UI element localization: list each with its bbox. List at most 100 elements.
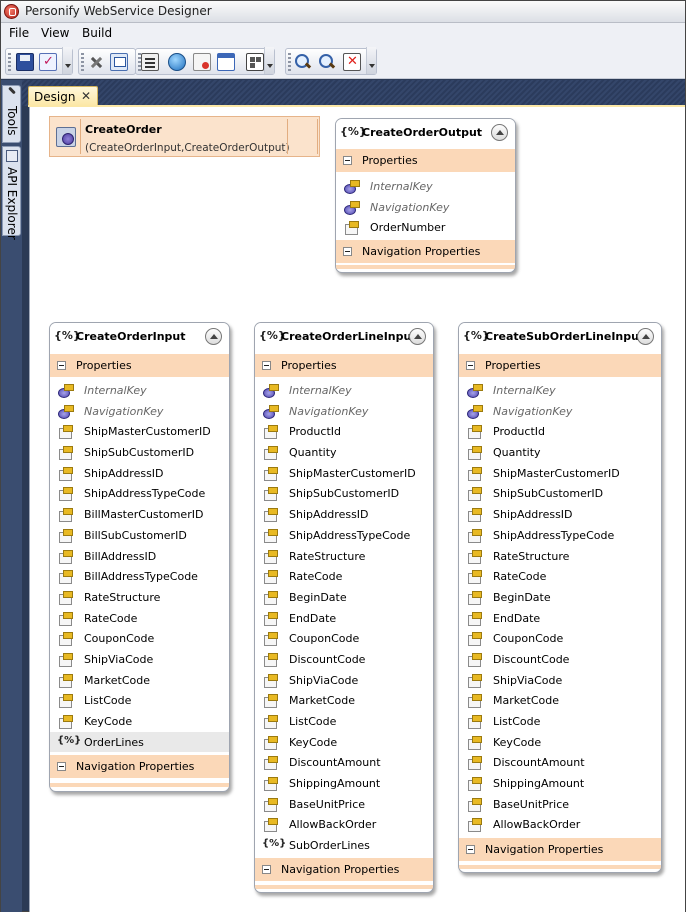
property-row[interactable]: AllowBackOrder	[459, 814, 661, 835]
property-row[interactable]: EndDate	[255, 608, 433, 629]
save-icon[interactable]	[16, 53, 34, 71]
property-row[interactable]: CouponCode	[255, 628, 433, 649]
property-row[interactable]: DiscountAmount	[459, 752, 661, 773]
entity-create-order-input[interactable]: {%} CreateOrderInput Properties Internal…	[49, 322, 230, 792]
property-row[interactable]: RateStructure	[50, 587, 229, 608]
collapse-toggle-icon[interactable]	[262, 865, 271, 874]
collapse-button[interactable]	[205, 328, 222, 345]
delete-icon[interactable]	[193, 53, 211, 71]
property-row[interactable]: BillSubCustomerID	[50, 525, 229, 546]
property-row[interactable]: ListCode	[255, 711, 433, 732]
layout-icon[interactable]	[246, 53, 264, 71]
property-row[interactable]: BeginDate	[459, 587, 661, 608]
property-row[interactable]: InternalKey	[336, 176, 515, 197]
property-row[interactable]: ShipSubCustomerID	[255, 483, 433, 504]
property-row[interactable]: ShipSubCustomerID	[50, 442, 229, 463]
properties-section-header[interactable]: Properties	[459, 354, 661, 377]
property-row[interactable]: DiscountCode	[459, 649, 661, 670]
collapse-toggle-icon[interactable]	[466, 361, 475, 370]
navigation-section-header[interactable]: Navigation Properties	[459, 838, 661, 861]
property-row[interactable]: MarketCode	[459, 690, 661, 711]
menu-file[interactable]: File	[9, 26, 29, 40]
entity-create-order-line-input[interactable]: {%} CreateOrderLineInput Properties Inte…	[254, 322, 434, 893]
property-row[interactable]: ShipViaCode	[255, 670, 433, 691]
zoom-in-icon[interactable]	[294, 53, 312, 71]
property-row[interactable]: ShipAddressID	[459, 504, 661, 525]
properties-icon[interactable]	[141, 53, 159, 71]
property-row[interactable]: RateCode	[459, 566, 661, 587]
property-row[interactable]: InternalKey	[50, 380, 229, 401]
property-row[interactable]: NavigationKey	[459, 401, 661, 422]
property-row[interactable]: KeyCode	[255, 732, 433, 753]
collapse-toggle-icon[interactable]	[262, 361, 271, 370]
property-row[interactable]: NavigationKey	[50, 401, 229, 422]
property-row[interactable]: KeyCode	[50, 711, 229, 732]
toolbar-grip[interactable]	[288, 53, 291, 71]
property-row[interactable]: ProductId	[459, 421, 661, 442]
property-row[interactable]: ListCode	[459, 711, 661, 732]
window-icon[interactable]	[110, 53, 128, 71]
collapse-toggle-icon[interactable]	[466, 845, 475, 854]
collapse-toggle-icon[interactable]	[57, 762, 66, 771]
collapse-toggle-icon[interactable]	[343, 247, 352, 256]
property-row[interactable]: ProductId	[255, 421, 433, 442]
app-logo-icon[interactable]	[4, 4, 19, 19]
property-row[interactable]: AllowBackOrder	[255, 814, 433, 835]
property-row[interactable]: Quantity	[255, 442, 433, 463]
property-row[interactable]: BillAddressTypeCode	[50, 566, 229, 587]
properties-section-header[interactable]: Properties	[255, 354, 433, 377]
property-row[interactable]: InternalKey	[255, 380, 433, 401]
toolbar-overflow-button[interactable]	[62, 47, 72, 74]
close-icon[interactable]	[343, 53, 361, 71]
property-row[interactable]: ShipViaCode	[459, 670, 661, 691]
property-row[interactable]: ShipAddressID	[255, 504, 433, 525]
entity-header[interactable]: {%} CreateOrderLineInput	[255, 323, 433, 350]
navigation-section-header[interactable]: Navigation Properties	[336, 240, 515, 263]
validate-icon[interactable]	[39, 53, 57, 71]
operation-create-order[interactable]: CreateOrder (CreateOrderInput,CreateOrde…	[49, 116, 320, 157]
properties-section-header[interactable]: Properties	[50, 354, 229, 377]
property-row[interactable]: ShipAddressTypeCode	[255, 525, 433, 546]
side-tab-tools[interactable]: Tools	[2, 85, 21, 143]
property-row[interactable]: BaseUnitPrice	[459, 794, 661, 815]
property-row[interactable]: CouponCode	[459, 628, 661, 649]
property-row[interactable]: InternalKey	[459, 380, 661, 401]
collapse-button[interactable]	[409, 328, 426, 345]
property-row[interactable]: ShipAddressID	[50, 463, 229, 484]
property-row[interactable]: RateCode	[255, 566, 433, 587]
web-service-icon[interactable]	[168, 53, 186, 71]
property-row[interactable]: EndDate	[459, 608, 661, 629]
entity-create-order-output[interactable]: {%} CreateOrderOutput Properties Interna…	[335, 118, 516, 273]
entity-header[interactable]: {%} CreateOrderInput	[50, 323, 229, 350]
frame-icon[interactable]	[217, 53, 235, 71]
property-row[interactable]: ShipAddressTypeCode	[50, 483, 229, 504]
property-row[interactable]: NavigationKey	[336, 197, 515, 218]
toolbar-grip[interactable]	[8, 53, 11, 71]
property-row[interactable]: BillAddressID	[50, 546, 229, 567]
navigation-property-row[interactable]: {%} SubOrderLines	[255, 835, 433, 856]
toolbar-overflow-button[interactable]	[264, 47, 274, 74]
property-row[interactable]: ShipMasterCustomerID	[50, 421, 229, 442]
property-row[interactable]: DiscountCode	[255, 649, 433, 670]
property-row[interactable]: ShipViaCode	[50, 649, 229, 670]
collapse-button[interactable]	[637, 328, 654, 345]
navigation-section-header[interactable]: Navigation Properties	[255, 858, 433, 881]
property-row[interactable]: OrderNumber	[336, 217, 515, 238]
collapse-toggle-icon[interactable]	[343, 156, 352, 165]
property-row[interactable]: CouponCode	[50, 628, 229, 649]
property-row[interactable]: ShipMasterCustomerID	[255, 463, 433, 484]
property-row[interactable]: BaseUnitPrice	[255, 794, 433, 815]
property-row[interactable]: ShipAddressTypeCode	[459, 525, 661, 546]
collapse-toggle-icon[interactable]	[57, 361, 66, 370]
entity-header[interactable]: {%} CreateSubOrderLineInput	[459, 323, 661, 350]
property-row[interactable]: BeginDate	[255, 587, 433, 608]
property-row[interactable]: MarketCode	[50, 670, 229, 691]
property-row[interactable]: Quantity	[459, 442, 661, 463]
property-row[interactable]: ShippingAmount	[459, 773, 661, 794]
property-row[interactable]: NavigationKey	[255, 401, 433, 422]
side-tab-api-explorer[interactable]: API Explorer	[2, 146, 21, 240]
tab-close-icon[interactable]: ✕	[81, 89, 91, 103]
properties-section-header[interactable]: Properties	[336, 149, 515, 172]
toolbar-grip[interactable]	[81, 53, 84, 71]
property-row[interactable]: KeyCode	[459, 732, 661, 753]
